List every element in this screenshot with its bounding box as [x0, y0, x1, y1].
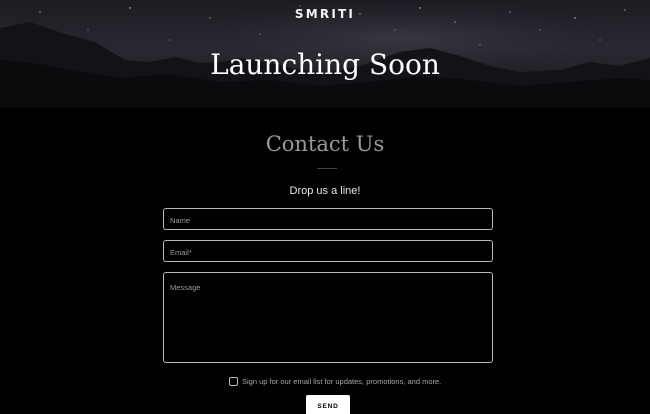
- message-placeholder: Message: [170, 283, 201, 292]
- optin-label[interactable]: Sign up for our email list for updates, …: [242, 377, 441, 386]
- section-title: Contact Us: [265, 132, 385, 156]
- email-optin[interactable]: Sign up for our email list for updates, …: [229, 376, 441, 386]
- optin-checkbox[interactable]: [229, 376, 238, 386]
- name-field[interactable]: Name: [163, 208, 493, 230]
- send-button[interactable]: SEND: [306, 395, 350, 414]
- title-divider: [317, 168, 337, 169]
- name-placeholder: Name: [170, 216, 191, 225]
- email-field[interactable]: Email*: [163, 240, 493, 262]
- brand-logo-text[interactable]: SMRITI: [0, 7, 650, 21]
- message-field[interactable]: Message: [163, 272, 493, 363]
- page-title: Launching Soon: [210, 48, 440, 81]
- section-subtitle: Drop us a line!: [289, 185, 361, 197]
- email-placeholder: Email*: [170, 248, 192, 257]
- hero-banner: SMRITI Launching Soon: [0, 0, 650, 108]
